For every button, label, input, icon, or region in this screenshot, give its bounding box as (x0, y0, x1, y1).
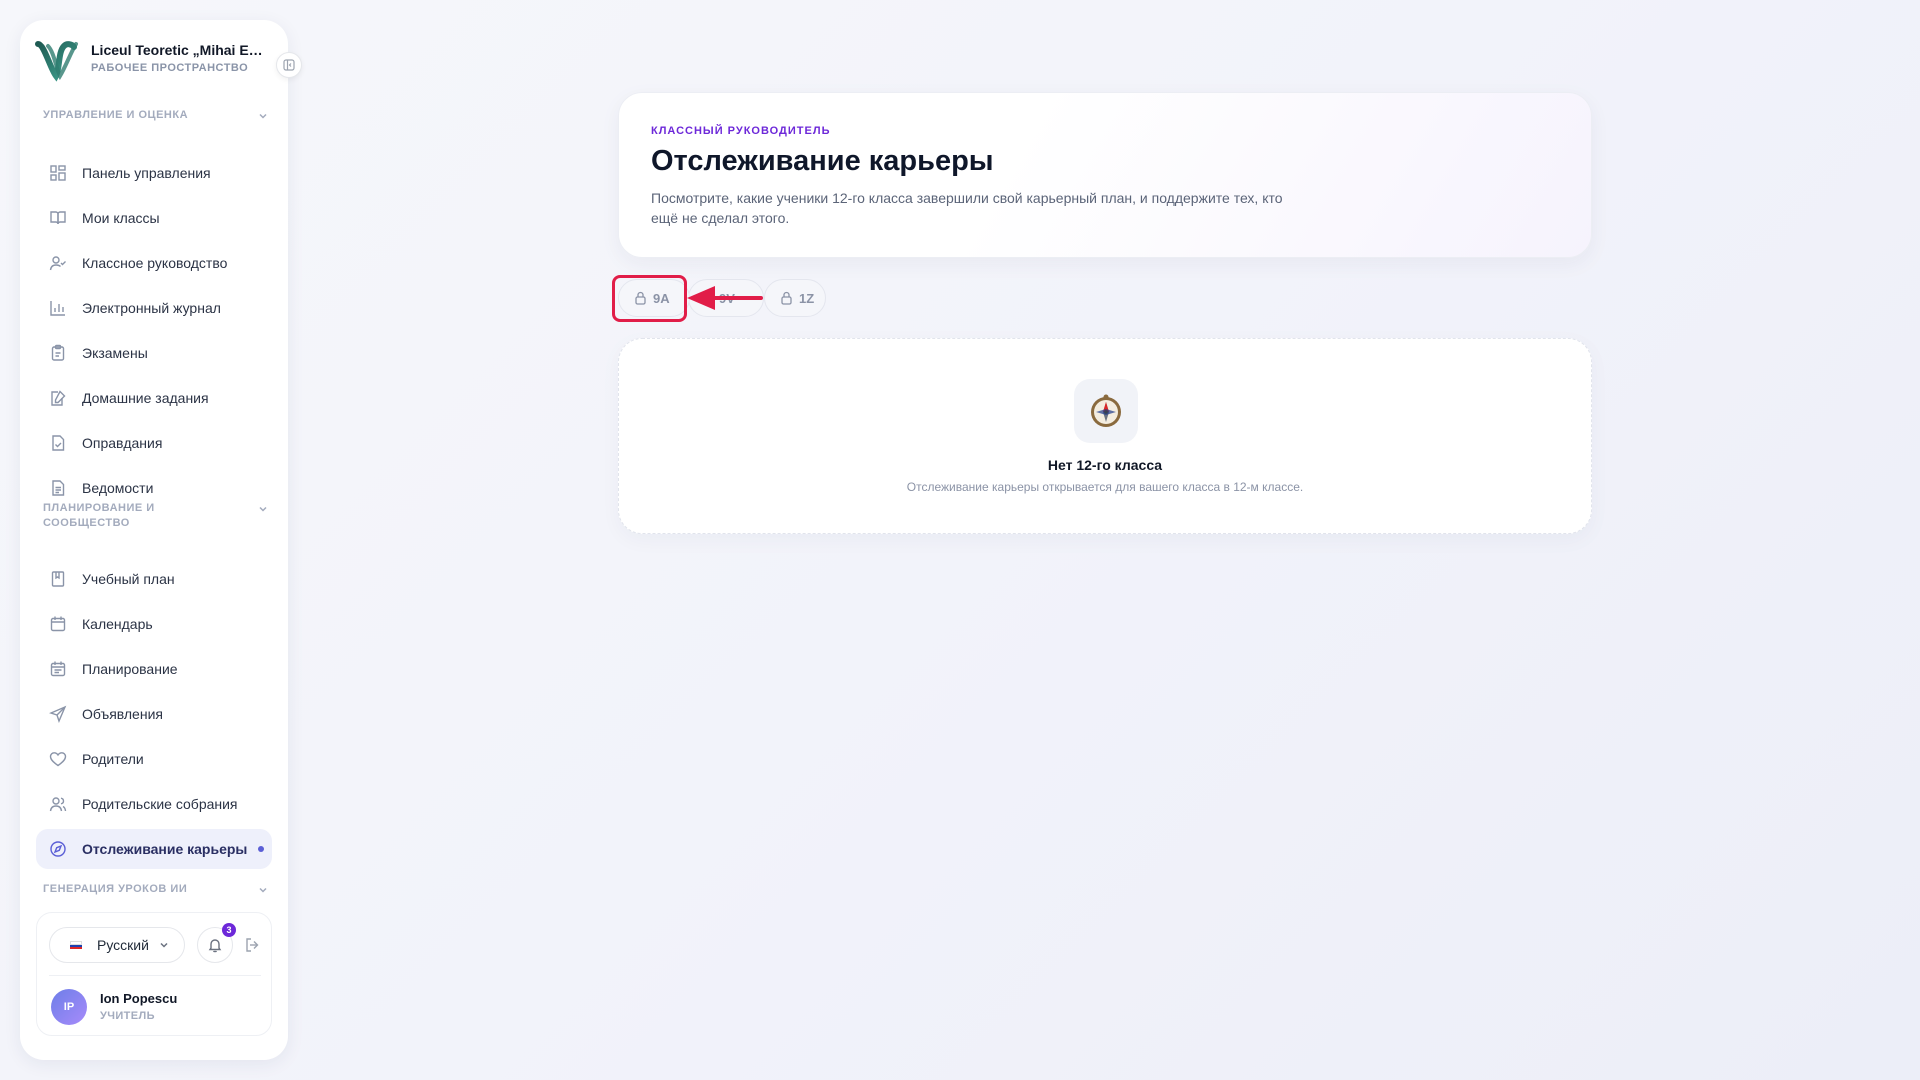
sidebar-item-label: Ведомости (82, 480, 154, 496)
users-icon (48, 794, 68, 814)
sidebar-item-excuses[interactable]: Оправдания (36, 423, 272, 463)
sidebar-item-planning[interactable]: Планирование (36, 649, 272, 689)
notification-badge: 3 (222, 923, 236, 937)
user-name: Ion Popescu (100, 991, 178, 1006)
sidebar-item-career-tracking[interactable]: Отслеживание карьеры (36, 829, 272, 869)
page-title: Отслеживание карьеры (651, 145, 994, 177)
chevron-down-icon (160, 942, 168, 948)
chevron-down-icon (259, 113, 267, 119)
sidebar-item-label: Отслеживание карьеры (82, 841, 248, 857)
tab-label: 1Z (799, 290, 815, 306)
school-name: Liceul Teoretic „Mihai Eminescu” (91, 42, 271, 58)
avatar[interactable]: IP (51, 989, 87, 1025)
section-title: ГЕНЕРАЦИЯ УРОКОВ ИИ (43, 883, 188, 895)
empty-state-title: Нет 12-го класса (1047, 457, 1163, 473)
sidebar-item-label: Панель управления (82, 165, 211, 181)
dashboard-icon (48, 163, 68, 183)
tab-class-1z[interactable]: 1Z (764, 279, 826, 317)
sidebar-item-label: Родительские собрания (82, 796, 238, 812)
sidebar-item-announcements[interactable]: Объявления (36, 694, 272, 734)
flag-ru-icon (70, 940, 82, 950)
logout-icon[interactable] (244, 936, 262, 954)
file-check-icon (48, 433, 68, 453)
page-header-card: КЛАССНЫЙ РУКОВОДИТЕЛЬ Отслеживание карье… (618, 92, 1592, 258)
sidebar-item-parent-meetings[interactable]: Родительские собрания (36, 784, 272, 824)
collapse-sidebar-button[interactable] (276, 52, 302, 78)
sidebar-item-label: Учебный план (82, 571, 175, 587)
language-label: Русский (97, 937, 149, 953)
edit-note-icon (48, 388, 68, 408)
sidebar-item-exams[interactable]: Экзамены (36, 333, 272, 373)
section-title: УПРАВЛЕНИЕ И ОЦЕНКА (43, 109, 189, 121)
sidebar-item-calendar[interactable]: Календарь (36, 604, 272, 644)
school-logo-icon (35, 41, 78, 82)
compass-icon (1074, 379, 1138, 443)
sidebar-item-curriculum[interactable]: Учебный план (36, 559, 272, 599)
sidebar-item-label: Классное руководство (82, 255, 228, 271)
arrow-left-icon (687, 286, 763, 310)
empty-state-subtitle: Отслеживание карьеры открывается для ваш… (906, 480, 1304, 494)
page-description: Посмотрите, какие ученики 12-го класса з… (651, 190, 1283, 226)
workspace-label: РАБОЧЕЕ ПРОСТРАНСТВО (91, 62, 249, 74)
sidebar-item-label: Домашние задания (82, 390, 209, 406)
sidebar-item-dashboard[interactable]: Панель управления (36, 153, 272, 193)
file-text-icon (48, 478, 68, 498)
user-panel: Русский 3 IP Ion Popescu УЧИТЕЛЬ (36, 912, 272, 1036)
user-role: УЧИТЕЛЬ (100, 1010, 155, 1022)
chevron-down-icon (259, 887, 267, 893)
sidebar-item-homework[interactable]: Домашние задания (36, 378, 272, 418)
user-check-icon (48, 253, 68, 273)
sidebar-item-my-classes[interactable]: Мои классы (36, 198, 272, 238)
language-select[interactable]: Русский (49, 927, 185, 963)
section-management[interactable]: УПРАВЛЕНИЕ И ОЦЕНКА (43, 108, 275, 123)
sidebar-item-parents[interactable]: Родители (36, 739, 272, 779)
compass-icon (48, 839, 68, 859)
book-open-icon (48, 208, 68, 228)
bookmark-book-icon (48, 569, 68, 589)
sidebar-item-label: Планирование (82, 661, 178, 677)
sidebar-toggle-icon (283, 59, 295, 71)
empty-state-card: Нет 12-го класса Отслеживание карьеры от… (618, 338, 1592, 534)
divider (49, 975, 261, 976)
section-planning[interactable]: ПЛАНИРОВАНИЕ И СООБЩЕСТВО (43, 501, 275, 531)
sidebar-item-label: Экзамены (82, 345, 148, 361)
sidebar-item-gradebook[interactable]: Электронный журнал (36, 288, 272, 328)
chevron-down-icon (259, 506, 267, 512)
sidebar: Liceul Teoretic „Mihai Eminescu” РАБОЧЕЕ… (20, 20, 288, 1060)
brand[interactable]: Liceul Teoretic „Mihai Eminescu” РАБОЧЕЕ… (34, 38, 274, 82)
bar-chart-icon (48, 298, 68, 318)
sidebar-item-label: Родители (82, 751, 144, 767)
sidebar-item-homeroom[interactable]: Классное руководство (36, 243, 272, 283)
page-kicker: КЛАССНЫЙ РУКОВОДИТЕЛЬ (651, 125, 831, 137)
send-icon (48, 704, 68, 724)
sidebar-item-label: Календарь (82, 616, 153, 632)
lock-icon (780, 291, 793, 305)
calendar-icon (48, 614, 68, 634)
heart-icon (48, 749, 68, 769)
notifications-button[interactable]: 3 (197, 923, 236, 963)
bell-icon (208, 939, 222, 953)
clipboard-icon (48, 343, 68, 363)
highlight-box (612, 275, 687, 322)
active-indicator (258, 846, 264, 852)
section-ai-lessons[interactable]: ГЕНЕРАЦИЯ УРОКОВ ИИ (43, 882, 275, 897)
sidebar-item-label: Объявления (82, 706, 163, 722)
calendar-list-icon (48, 659, 68, 679)
sidebar-item-label: Оправдания (82, 435, 163, 451)
sidebar-item-label: Мои классы (82, 210, 160, 226)
sidebar-item-label: Электронный журнал (82, 300, 221, 316)
section-title: ПЛАНИРОВАНИЕ И СООБЩЕСТВО (43, 502, 155, 529)
